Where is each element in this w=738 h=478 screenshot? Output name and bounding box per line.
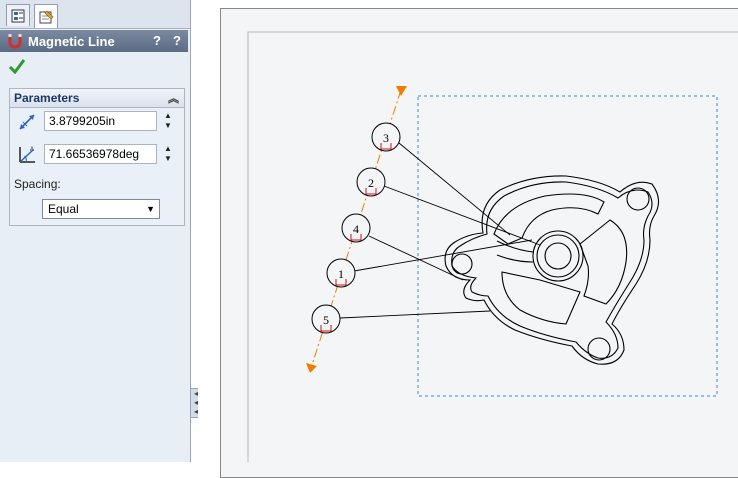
magnetic-line-top-handle[interactable] xyxy=(396,86,407,96)
balloon[interactable]: 2 xyxy=(356,167,386,197)
balloon-number: 4 xyxy=(353,222,359,236)
balloon-number: 3 xyxy=(383,131,389,145)
balloon[interactable]: 1 xyxy=(326,258,356,288)
balloon[interactable]: 3 xyxy=(371,122,401,152)
magnetic-line-bottom-handle[interactable] xyxy=(306,363,317,373)
view-selection-box xyxy=(417,95,718,397)
balloon[interactable]: 4 xyxy=(341,213,371,243)
balloon[interactable]: 5 xyxy=(311,304,341,334)
balloon-number: 2 xyxy=(368,176,374,190)
balloon-number: 1 xyxy=(338,267,344,281)
drawing-view: 3 2 4 1 5 xyxy=(247,31,738,462)
balloon-number: 5 xyxy=(323,313,329,327)
part-view-geometry xyxy=(444,175,660,365)
balloon-group: 3 2 4 1 5 xyxy=(311,122,401,334)
